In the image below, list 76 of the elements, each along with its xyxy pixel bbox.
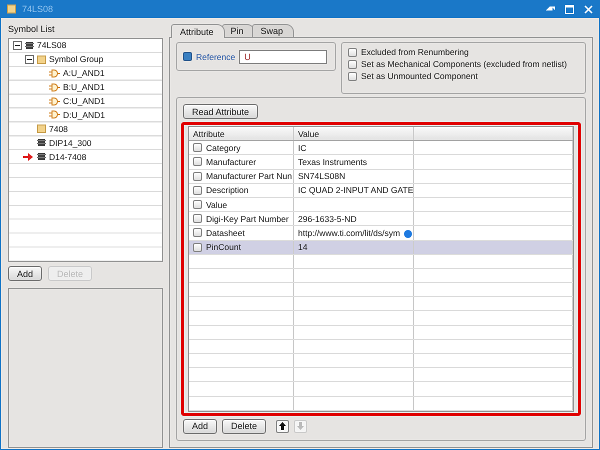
checkbox[interactable]: [193, 214, 202, 224]
checkbox[interactable]: [193, 228, 202, 238]
table-cell: Description: [206, 185, 249, 196]
chip-icon: [37, 138, 46, 148]
gate-icon: [49, 82, 60, 92]
checkbox[interactable]: [193, 200, 202, 210]
table-cell: Manufacturer Part Nun: [206, 171, 292, 182]
folder-icon: [7, 4, 16, 14]
maximize-icon[interactable]: [565, 4, 574, 14]
checkbox[interactable]: [348, 60, 357, 68]
gate-icon: [49, 96, 60, 106]
table-cell: 296-1633-5-ND: [298, 214, 357, 224]
gate-icon: [49, 68, 60, 78]
panel-label: Symbol List: [8, 24, 56, 34]
table-row[interactable]: Category IC: [189, 141, 573, 156]
folder-icon: [37, 54, 46, 64]
checkbox[interactable]: [193, 143, 202, 152]
table-cell: Value: [206, 200, 228, 210]
checkbox[interactable]: [193, 157, 202, 166]
table-cell: Texas Instruments: [298, 156, 367, 167]
table-row[interactable]: Description IC QUAD 2-INPUT AND GATE: [189, 184, 573, 198]
table-cell: 14: [298, 242, 308, 252]
table-cell: Category: [206, 142, 240, 153]
column-header: Attribute: [189, 127, 294, 140]
table-cell: Datasheet: [206, 228, 245, 238]
table-row[interactable]: Value: [189, 198, 573, 212]
option-label: Set as Mechanical Components (excluded from netlist): [361, 59, 567, 69]
arrow-icon: [23, 153, 33, 162]
checkbox[interactable]: [193, 242, 202, 252]
table-cell: SN74LS08N: [298, 171, 346, 182]
table-cell: IC QUAD 2-INPUT AND GATE: [298, 185, 413, 196]
tree-item[interactable]: DIP14_300: [49, 138, 92, 148]
window-title: 74LS08: [22, 4, 54, 14]
tab[interactable]: Swap: [252, 24, 294, 37]
reference-field[interactable]: U: [239, 50, 328, 64]
option-label: Excluded from Renumbering: [361, 47, 469, 57]
tree-item[interactable]: C:U_AND1: [63, 96, 106, 106]
move-up-button[interactable]: [276, 420, 290, 433]
table-cell: Digi-Key Part Number: [206, 214, 289, 224]
chip-icon: [37, 152, 46, 162]
checkbox[interactable]: [348, 48, 357, 56]
checkbox[interactable]: [348, 72, 357, 80]
collapse-toggle[interactable]: [13, 40, 22, 50]
folder-icon: [37, 124, 46, 134]
add-button[interactable]: Add: [8, 266, 42, 281]
chip-icon: [25, 40, 34, 50]
tree-item[interactable]: 74LS08: [37, 40, 66, 50]
add-button[interactable]: Add: [183, 418, 218, 434]
restore-icon[interactable]: [546, 4, 555, 14]
tree-item[interactable]: Symbol Group: [49, 54, 104, 64]
table-row[interactable]: Manufacturer Part Nun SN74LS08N: [189, 170, 573, 184]
table-cell: Manufacturer: [206, 156, 256, 167]
collapse-toggle[interactable]: [25, 54, 34, 64]
tree-item[interactable]: B:U_AND1: [63, 82, 105, 92]
close-icon[interactable]: [584, 4, 593, 14]
table-cell: PinCount: [206, 242, 241, 252]
table-cell: IC: [298, 142, 306, 153]
table-row[interactable]: PinCount 14: [189, 240, 573, 255]
tree-item[interactable]: D14-7408: [49, 152, 86, 162]
gate-icon: [49, 110, 60, 120]
tree-item[interactable]: A:U_AND1: [63, 68, 105, 78]
delete-button[interactable]: Delete: [222, 418, 266, 434]
table-cell: http://www.ti.com/lit/ds/sym: [298, 228, 400, 238]
reference-label: Reference: [196, 52, 236, 62]
read-attribute-button[interactable]: Read Attribute: [183, 104, 258, 119]
tree-item[interactable]: 7408: [49, 124, 68, 134]
table-row[interactable]: Manufacturer Texas Instruments: [189, 155, 573, 170]
checkbox[interactable]: [193, 172, 202, 181]
tab[interactable]: Attribute: [171, 24, 225, 38]
link-icon[interactable]: [404, 230, 412, 238]
table-row[interactable]: Digi-Key Part Number 296-1633-5-ND: [189, 212, 573, 226]
checkbox[interactable]: [193, 186, 202, 195]
option-label: Set as Unmounted Component: [361, 71, 478, 81]
checkbox[interactable]: [183, 52, 192, 61]
column-header: Value: [294, 127, 414, 140]
tree-item[interactable]: D:U_AND1: [63, 110, 106, 120]
